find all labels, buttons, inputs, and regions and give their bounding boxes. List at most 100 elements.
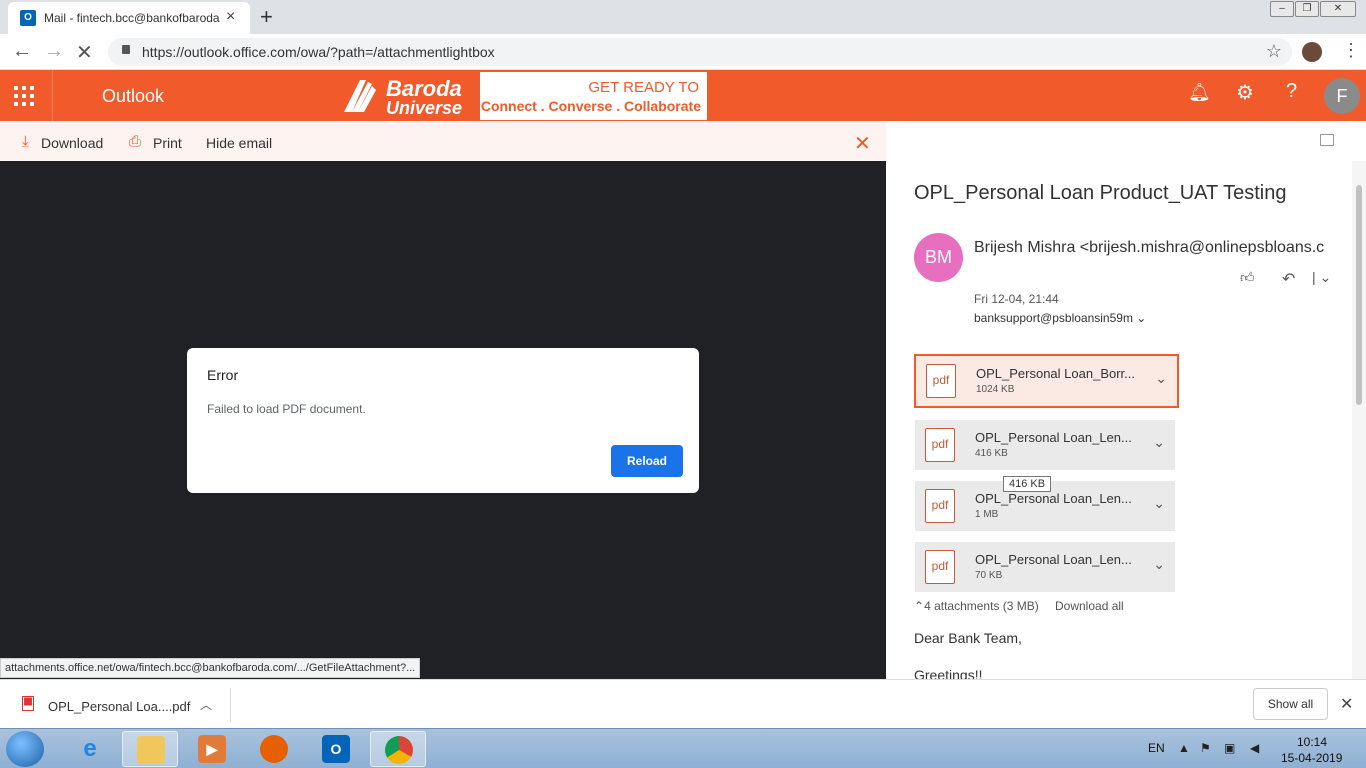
show-hidden-icons[interactable]: ▲ xyxy=(1178,741,1190,755)
chevron-down-icon[interactable]: ⌄ xyxy=(1153,434,1165,451)
expand-recipients-icon[interactable]: ⌄ xyxy=(1136,311,1146,325)
attachments-summary-text: 4 attachments (3 MB) xyxy=(924,599,1039,613)
chevron-down-icon[interactable]: | ⌄ xyxy=(1312,269,1331,286)
reading-pane-top xyxy=(886,121,1366,161)
volume-icon[interactable]: ◀ xyxy=(1250,741,1259,755)
attachments-summary[interactable]: ⌃4 attachments (3 MB) xyxy=(914,599,1039,613)
firefox-icon xyxy=(260,735,288,763)
brand-banner: GET READY TO Connect . Converse . Collab… xyxy=(480,72,707,120)
show-all-button[interactable]: Show all xyxy=(1253,688,1328,720)
taskbar-chrome[interactable] xyxy=(370,731,426,767)
collapse-icon: ⌃ xyxy=(914,599,925,613)
download-button[interactable]: Download xyxy=(41,135,103,151)
popout-icon[interactable] xyxy=(1320,134,1334,146)
taskbar-firefox[interactable] xyxy=(246,731,302,767)
shelf-separator xyxy=(230,688,231,722)
reload-button[interactable]: Reload xyxy=(611,445,683,477)
url-text: https://outlook.office.com/owa/?path=/at… xyxy=(142,44,495,60)
chrome-profile-avatar[interactable] xyxy=(1302,42,1322,62)
chevron-down-icon[interactable]: ⌄ xyxy=(1153,556,1165,573)
size-tooltip: 416 KB xyxy=(1003,476,1052,492)
print-icon: ⎙ xyxy=(129,133,142,150)
email-body-line: Greetings!! xyxy=(914,667,983,679)
attachment-item[interactable]: pdf OPL_Personal Loan_Borr... 1024 KB ⌄ xyxy=(914,354,1179,408)
pdf-file-icon: pdf xyxy=(926,364,956,398)
attachment-name: OPL_Personal Loan_Len... xyxy=(975,491,1132,506)
help-icon[interactable]: ? xyxy=(1286,80,1297,103)
restore-window-button[interactable]: ❐ xyxy=(1295,1,1319,17)
taskbar-outlook[interactable]: O xyxy=(308,731,364,767)
account-avatar[interactable]: F xyxy=(1324,78,1360,114)
browser-tab[interactable]: O Mail - fintech.bcc@bankofbaroda × xyxy=(8,2,250,34)
folder-icon xyxy=(137,736,165,764)
reply-icon[interactable]: ↶ xyxy=(1282,269,1295,289)
sender-name[interactable]: Brijesh Mishra <brijesh.mishra@onlinepsb… xyxy=(974,239,1334,257)
outlook-icon: O xyxy=(322,735,350,763)
brand-tagline-1: GET READY TO xyxy=(588,79,699,96)
close-window-button[interactable]: ✕ xyxy=(1320,1,1356,17)
forward-arrow-icon[interactable]: → xyxy=(44,40,64,63)
outlook-favicon-icon: O xyxy=(20,10,36,26)
reading-pane-scrollbar[interactable] xyxy=(1352,161,1366,679)
download-all-link[interactable]: Download all xyxy=(1055,599,1124,613)
attachment-name: OPL_Personal Loan_Len... xyxy=(975,552,1132,567)
recipient-text: banksupport@psbloansin59m xyxy=(974,311,1133,325)
chevron-down-icon[interactable]: ⌄ xyxy=(1155,370,1167,387)
dialog-title: Error xyxy=(207,367,239,383)
attachment-name: OPL_Personal Loan_Borr... xyxy=(976,366,1135,381)
minimize-window-button[interactable]: – xyxy=(1270,1,1294,17)
reading-pane: OPL_Personal Loan Product_UAT Testing BM… xyxy=(886,161,1366,679)
stop-loading-icon[interactable]: ✕ xyxy=(76,40,93,65)
gear-icon[interactable]: ⚙ xyxy=(1236,80,1254,105)
outlook-header: Outlook Baroda Universe GET READY TO Con… xyxy=(0,70,1366,121)
downloaded-file-name[interactable]: OPL_Personal Loa....pdf xyxy=(48,699,190,714)
scrollbar-thumb[interactable] xyxy=(1356,185,1362,405)
start-button[interactable] xyxy=(6,731,44,767)
back-arrow-icon[interactable]: ← xyxy=(12,40,32,63)
sender-avatar[interactable]: BM xyxy=(914,233,963,282)
app-launcher-icon[interactable] xyxy=(14,86,36,106)
pdf-file-icon: pdf xyxy=(925,428,955,462)
attachment-size: 1024 KB xyxy=(976,384,1015,395)
chevron-up-icon[interactable]: ︿ xyxy=(200,696,212,713)
chevron-down-icon[interactable]: ⌄ xyxy=(1153,495,1165,512)
chrome-menu-icon[interactable]: ⋮ xyxy=(1342,40,1360,61)
clock-date[interactable]: 15-04-2019 xyxy=(1281,751,1342,765)
like-icon[interactable]: 👍︎ xyxy=(1240,269,1255,286)
browser-toolbar: ← → ✕ https://outlook.office.com/owa/?pa… xyxy=(0,34,1366,70)
network-icon[interactable]: ▣ xyxy=(1224,741,1235,755)
email-body-line: Dear Bank Team, xyxy=(914,630,1022,646)
clock-time[interactable]: 10:14 xyxy=(1297,735,1327,749)
download-shelf: ⬛︎ OPL_Personal Loa....pdf ︿ Show all ✕ xyxy=(0,679,1366,728)
email-recipient[interactable]: banksupport@psbloansin59m ⌄ xyxy=(974,311,1146,325)
pdf-file-icon: pdf xyxy=(925,489,955,523)
app-name[interactable]: Outlook xyxy=(102,86,164,107)
brand-tagline-2: Connect . Converse . Collaborate xyxy=(480,98,701,114)
attachment-size: 416 KB xyxy=(975,448,1008,459)
language-indicator[interactable]: EN xyxy=(1148,741,1165,755)
close-tab-icon[interactable]: × xyxy=(226,8,235,26)
print-button[interactable]: Print xyxy=(153,135,182,151)
media-player-icon: ▶ xyxy=(198,735,226,763)
taskbar-file-explorer[interactable] xyxy=(122,731,178,767)
address-bar[interactable]: https://outlook.office.com/owa/?path=/at… xyxy=(108,38,1292,66)
close-shelf-icon[interactable]: ✕ xyxy=(1340,694,1353,714)
error-dialog: Error Failed to load PDF document. Reloa… xyxy=(187,348,699,493)
attachment-size: 1 MB xyxy=(975,509,999,520)
link-status-bar: attachments.office.net/owa/fintech.bcc@b… xyxy=(0,658,421,678)
hide-email-button[interactable]: Hide email xyxy=(206,135,272,151)
attachment-item[interactable]: pdf OPL_Personal Loan_Len... 70 KB ⌄ xyxy=(915,542,1175,592)
tab-title: Mail - fintech.bcc@bankofbaroda xyxy=(44,11,220,25)
bookmark-star-icon[interactable]: ☆ xyxy=(1266,41,1282,62)
internet-explorer-icon: e xyxy=(83,735,97,762)
taskbar-internet-explorer[interactable]: e xyxy=(62,731,118,767)
new-tab-icon[interactable]: + xyxy=(260,4,273,30)
bell-icon[interactable]: 🔔︎ xyxy=(1188,82,1211,103)
attachment-name: OPL_Personal Loan_Len... xyxy=(975,430,1132,445)
dialog-message: Failed to load PDF document. xyxy=(207,402,366,416)
taskbar-media-player[interactable]: ▶ xyxy=(184,731,240,767)
close-viewer-icon[interactable]: ✕ xyxy=(854,131,871,156)
lock-icon xyxy=(122,45,130,54)
action-center-icon[interactable]: ⚑ xyxy=(1200,741,1211,755)
attachment-item[interactable]: pdf OPL_Personal Loan_Len... 416 KB ⌄ xyxy=(915,420,1175,470)
